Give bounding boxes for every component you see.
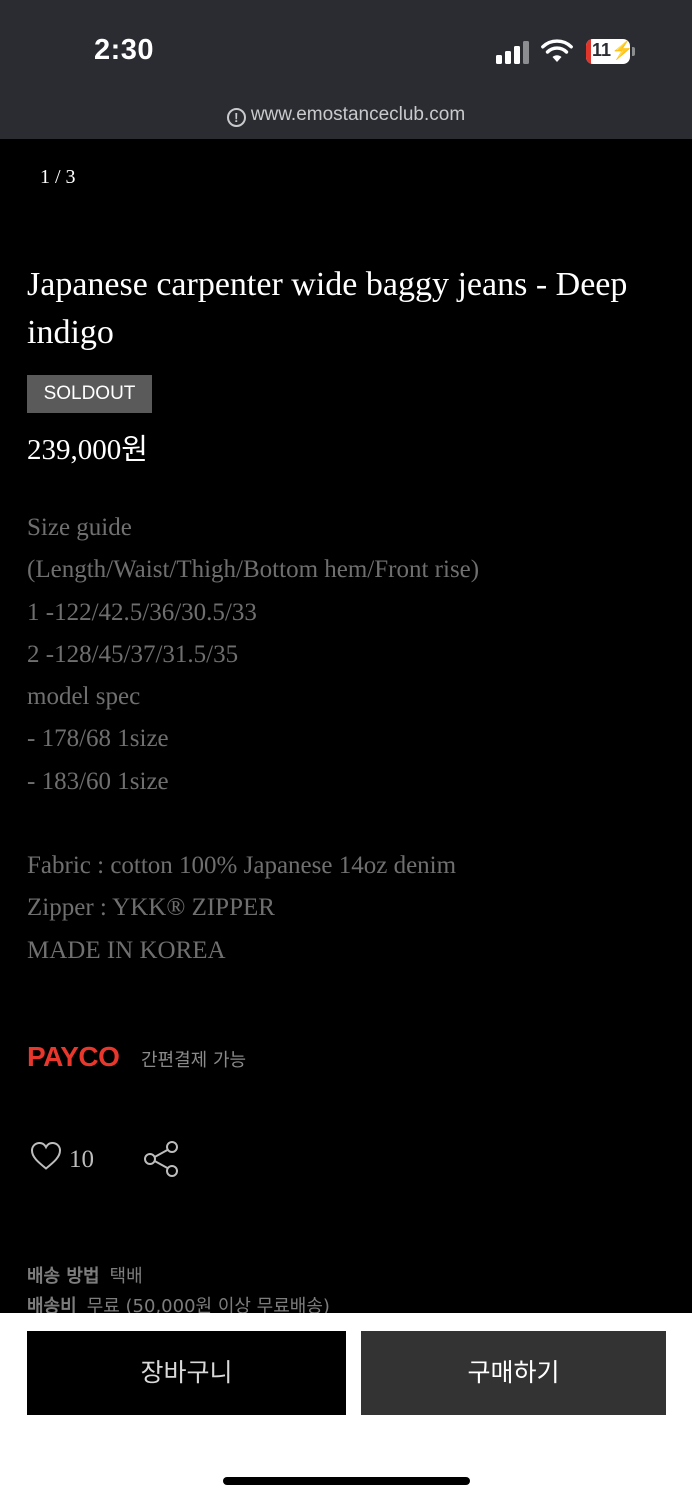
soldout-badge: SOLDOUT bbox=[27, 375, 152, 413]
product-description: Size guide (Length/Waist/Thigh/Bottom he… bbox=[27, 507, 667, 972]
share-icon[interactable] bbox=[142, 1140, 180, 1178]
status-time: 2:30 bbox=[94, 34, 155, 66]
payco-logo: PAYCO bbox=[27, 1041, 120, 1072]
description-line: Zipper : YKK® ZIPPER bbox=[27, 894, 275, 922]
description-line: Fabric : cotton 100% Japanese 14oz denim bbox=[27, 852, 457, 880]
wifi-icon bbox=[541, 39, 573, 62]
gallery-counter: 1 / 3 bbox=[40, 166, 76, 188]
shipping-method-value: 택배 bbox=[109, 1266, 143, 1287]
url-text[interactable]: www.emostanceclub.com bbox=[251, 104, 465, 125]
battery-tip bbox=[632, 47, 635, 56]
description-line: (Length/Waist/Thigh/Bottom hem/Front ris… bbox=[27, 556, 480, 584]
like-count: 10 bbox=[69, 1146, 94, 1173]
home-indicator[interactable] bbox=[223, 1477, 470, 1485]
battery-level: 11 bbox=[592, 40, 612, 60]
payco-note: 간편결제 가능 bbox=[141, 1050, 247, 1071]
info-icon[interactable]: ! bbox=[226, 108, 246, 127]
description-line: - 183/60 1size bbox=[27, 767, 169, 795]
cellular-signal-icon bbox=[496, 40, 532, 64]
bottom-action-bar: 장바구니 구매하기 bbox=[0, 1313, 692, 1500]
browser-url-bar[interactable]: ! www.emostanceclub.com bbox=[0, 92, 692, 139]
description-line: model spec bbox=[27, 683, 141, 711]
shipping-method-row: 배송 방법 택배 bbox=[27, 1262, 667, 1292]
shipping-method-label: 배송 방법 bbox=[27, 1266, 100, 1287]
description-line: Size guide bbox=[27, 514, 132, 541]
description-line: 2 -128/45/37/31.5/35 bbox=[27, 640, 239, 668]
description-line: 1 -122/42.5/36/30.5/33 bbox=[27, 598, 257, 626]
social-actions: 10 bbox=[27, 1138, 227, 1178]
status-bar: 2:30 11⚡ bbox=[0, 0, 692, 92]
product-title: Japanese carpenter wide baggy jeans - De… bbox=[27, 266, 628, 351]
description-line: - 178/68 1size bbox=[27, 725, 169, 753]
description-line: MADE IN KOREA bbox=[27, 936, 226, 964]
buy-now-button[interactable]: 구매하기 bbox=[361, 1331, 666, 1415]
battery-icon: 11⚡ bbox=[586, 39, 630, 64]
product-price: 239,000원 bbox=[27, 434, 148, 466]
add-to-cart-button[interactable]: 장바구니 bbox=[27, 1331, 346, 1415]
heart-icon[interactable] bbox=[30, 1141, 62, 1171]
